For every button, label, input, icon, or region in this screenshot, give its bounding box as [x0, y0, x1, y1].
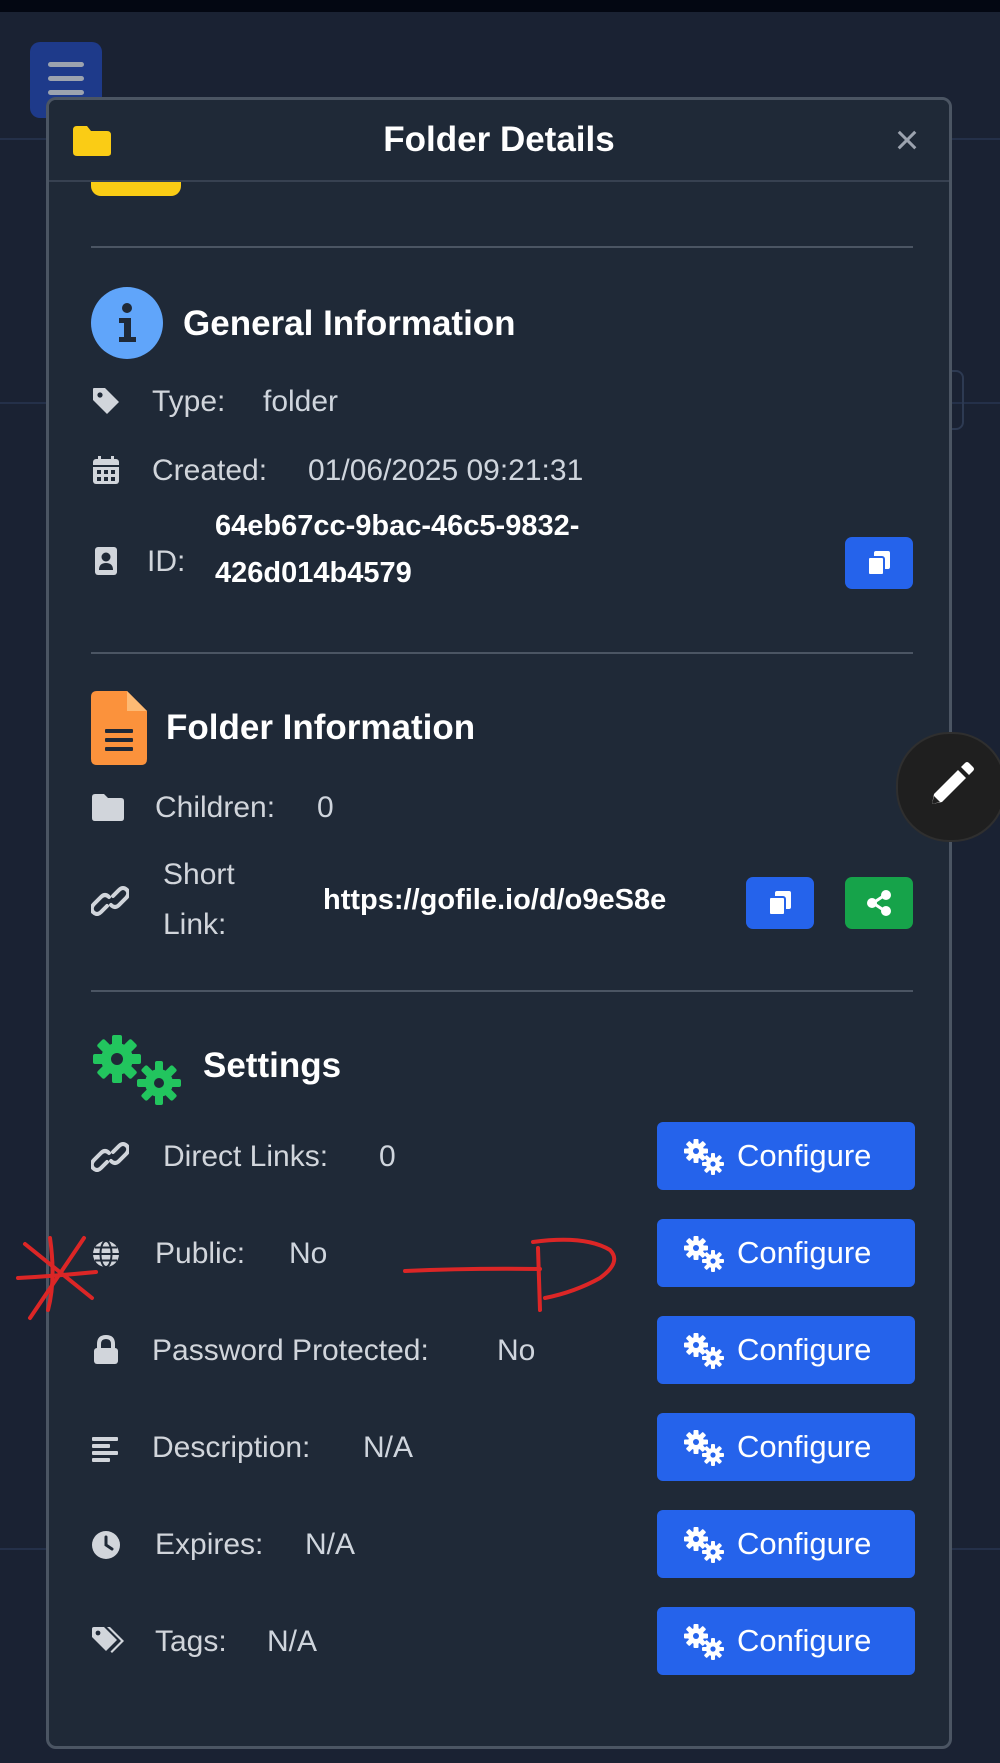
settings-title: Settings [203, 1046, 342, 1085]
configure-label: Configure [737, 1429, 872, 1464]
section-divider [91, 246, 913, 248]
password-protected-value: No [497, 1334, 536, 1367]
globe-icon [93, 1240, 119, 1268]
top-bar [0, 0, 1000, 12]
configure-description-button[interactable]: Configure [657, 1413, 915, 1481]
file-lines-icon [91, 691, 147, 765]
created-label: Created: [152, 454, 268, 487]
configure-label: Configure [737, 1623, 872, 1658]
clock-icon [92, 1531, 120, 1559]
configure-label: Configure [737, 1526, 872, 1561]
gears-icon [684, 1236, 724, 1272]
folder-information-title: Folder Information [166, 708, 476, 747]
copy-link-button[interactable] [746, 877, 814, 929]
gears-icon [684, 1139, 724, 1175]
gears-icon [684, 1333, 724, 1369]
edit-fab-button[interactable] [896, 732, 1000, 842]
type-label: Type: [152, 385, 226, 418]
gears-icon [684, 1624, 724, 1660]
align-left-icon [92, 1437, 118, 1462]
link-icon [91, 886, 129, 916]
info-icon [91, 287, 163, 359]
copy-icon [867, 551, 890, 576]
tags-label: Tags: [155, 1625, 227, 1658]
copy-id-button[interactable] [845, 537, 913, 589]
created-value: 01/06/2025 09:21:31 [308, 454, 584, 487]
close-button[interactable]: × [885, 118, 929, 162]
share-link-button[interactable] [845, 877, 913, 929]
tag-icon [93, 388, 119, 414]
configure-label: Configure [737, 1332, 872, 1367]
id-card-icon [95, 547, 117, 575]
id-value-line1: 64eb67cc-9bac-46c5-9832- [215, 510, 580, 542]
configure-label: Configure [737, 1235, 872, 1270]
expires-value: N/A [305, 1528, 356, 1561]
modal-title: Folder Details [383, 120, 615, 159]
description-value: N/A [363, 1431, 414, 1464]
expires-label: Expires: [155, 1528, 264, 1561]
section-divider [91, 652, 913, 654]
type-value: folder [263, 385, 339, 418]
pencil-icon [932, 762, 974, 804]
description-label: Description: [152, 1431, 311, 1464]
short-link-value: https://gofile.io/d/o9eS8e [323, 884, 667, 916]
configure-label: Configure [737, 1138, 872, 1173]
configure-expires-button[interactable]: Configure [657, 1510, 915, 1578]
children-label: Children: [155, 791, 276, 824]
section-divider [91, 990, 913, 992]
public-value: No [289, 1237, 328, 1270]
share-icon [867, 890, 891, 916]
general-information-title: General Information [183, 304, 516, 343]
configure-public-button[interactable]: Configure [657, 1219, 915, 1287]
menu-icon-bar [48, 90, 84, 95]
lock-icon [94, 1335, 118, 1364]
configure-tags-button[interactable]: Configure [657, 1607, 915, 1675]
public-label: Public: [155, 1237, 246, 1270]
calendar-icon [93, 456, 119, 484]
configure-password-button[interactable]: Configure [657, 1316, 915, 1384]
children-value: 0 [317, 791, 334, 824]
tags-icon [92, 1627, 124, 1653]
direct-links-value: 0 [379, 1140, 396, 1173]
id-value-line2: 426d014b4579 [215, 557, 412, 589]
direct-links-label: Direct Links: [163, 1140, 329, 1173]
link-icon [91, 1142, 129, 1172]
folder-icon [92, 794, 124, 821]
tags-value: N/A [267, 1625, 318, 1658]
id-label: ID: [147, 545, 186, 578]
password-protected-label: Password Protected: [152, 1334, 429, 1367]
menu-icon [48, 62, 84, 67]
configure-direct-links-button[interactable]: Configure [657, 1122, 915, 1190]
gears-icon [93, 1035, 181, 1105]
gears-icon [684, 1527, 724, 1563]
gears-icon [684, 1430, 724, 1466]
short-link-label: Short [163, 858, 235, 891]
folder-details-modal: Folder Details × General Information Typ… [46, 97, 952, 1749]
short-link-label-line2: Link: [163, 908, 227, 941]
menu-icon-bar [48, 76, 84, 81]
modal-header: Folder Details × [49, 100, 949, 182]
copy-icon [768, 891, 791, 916]
